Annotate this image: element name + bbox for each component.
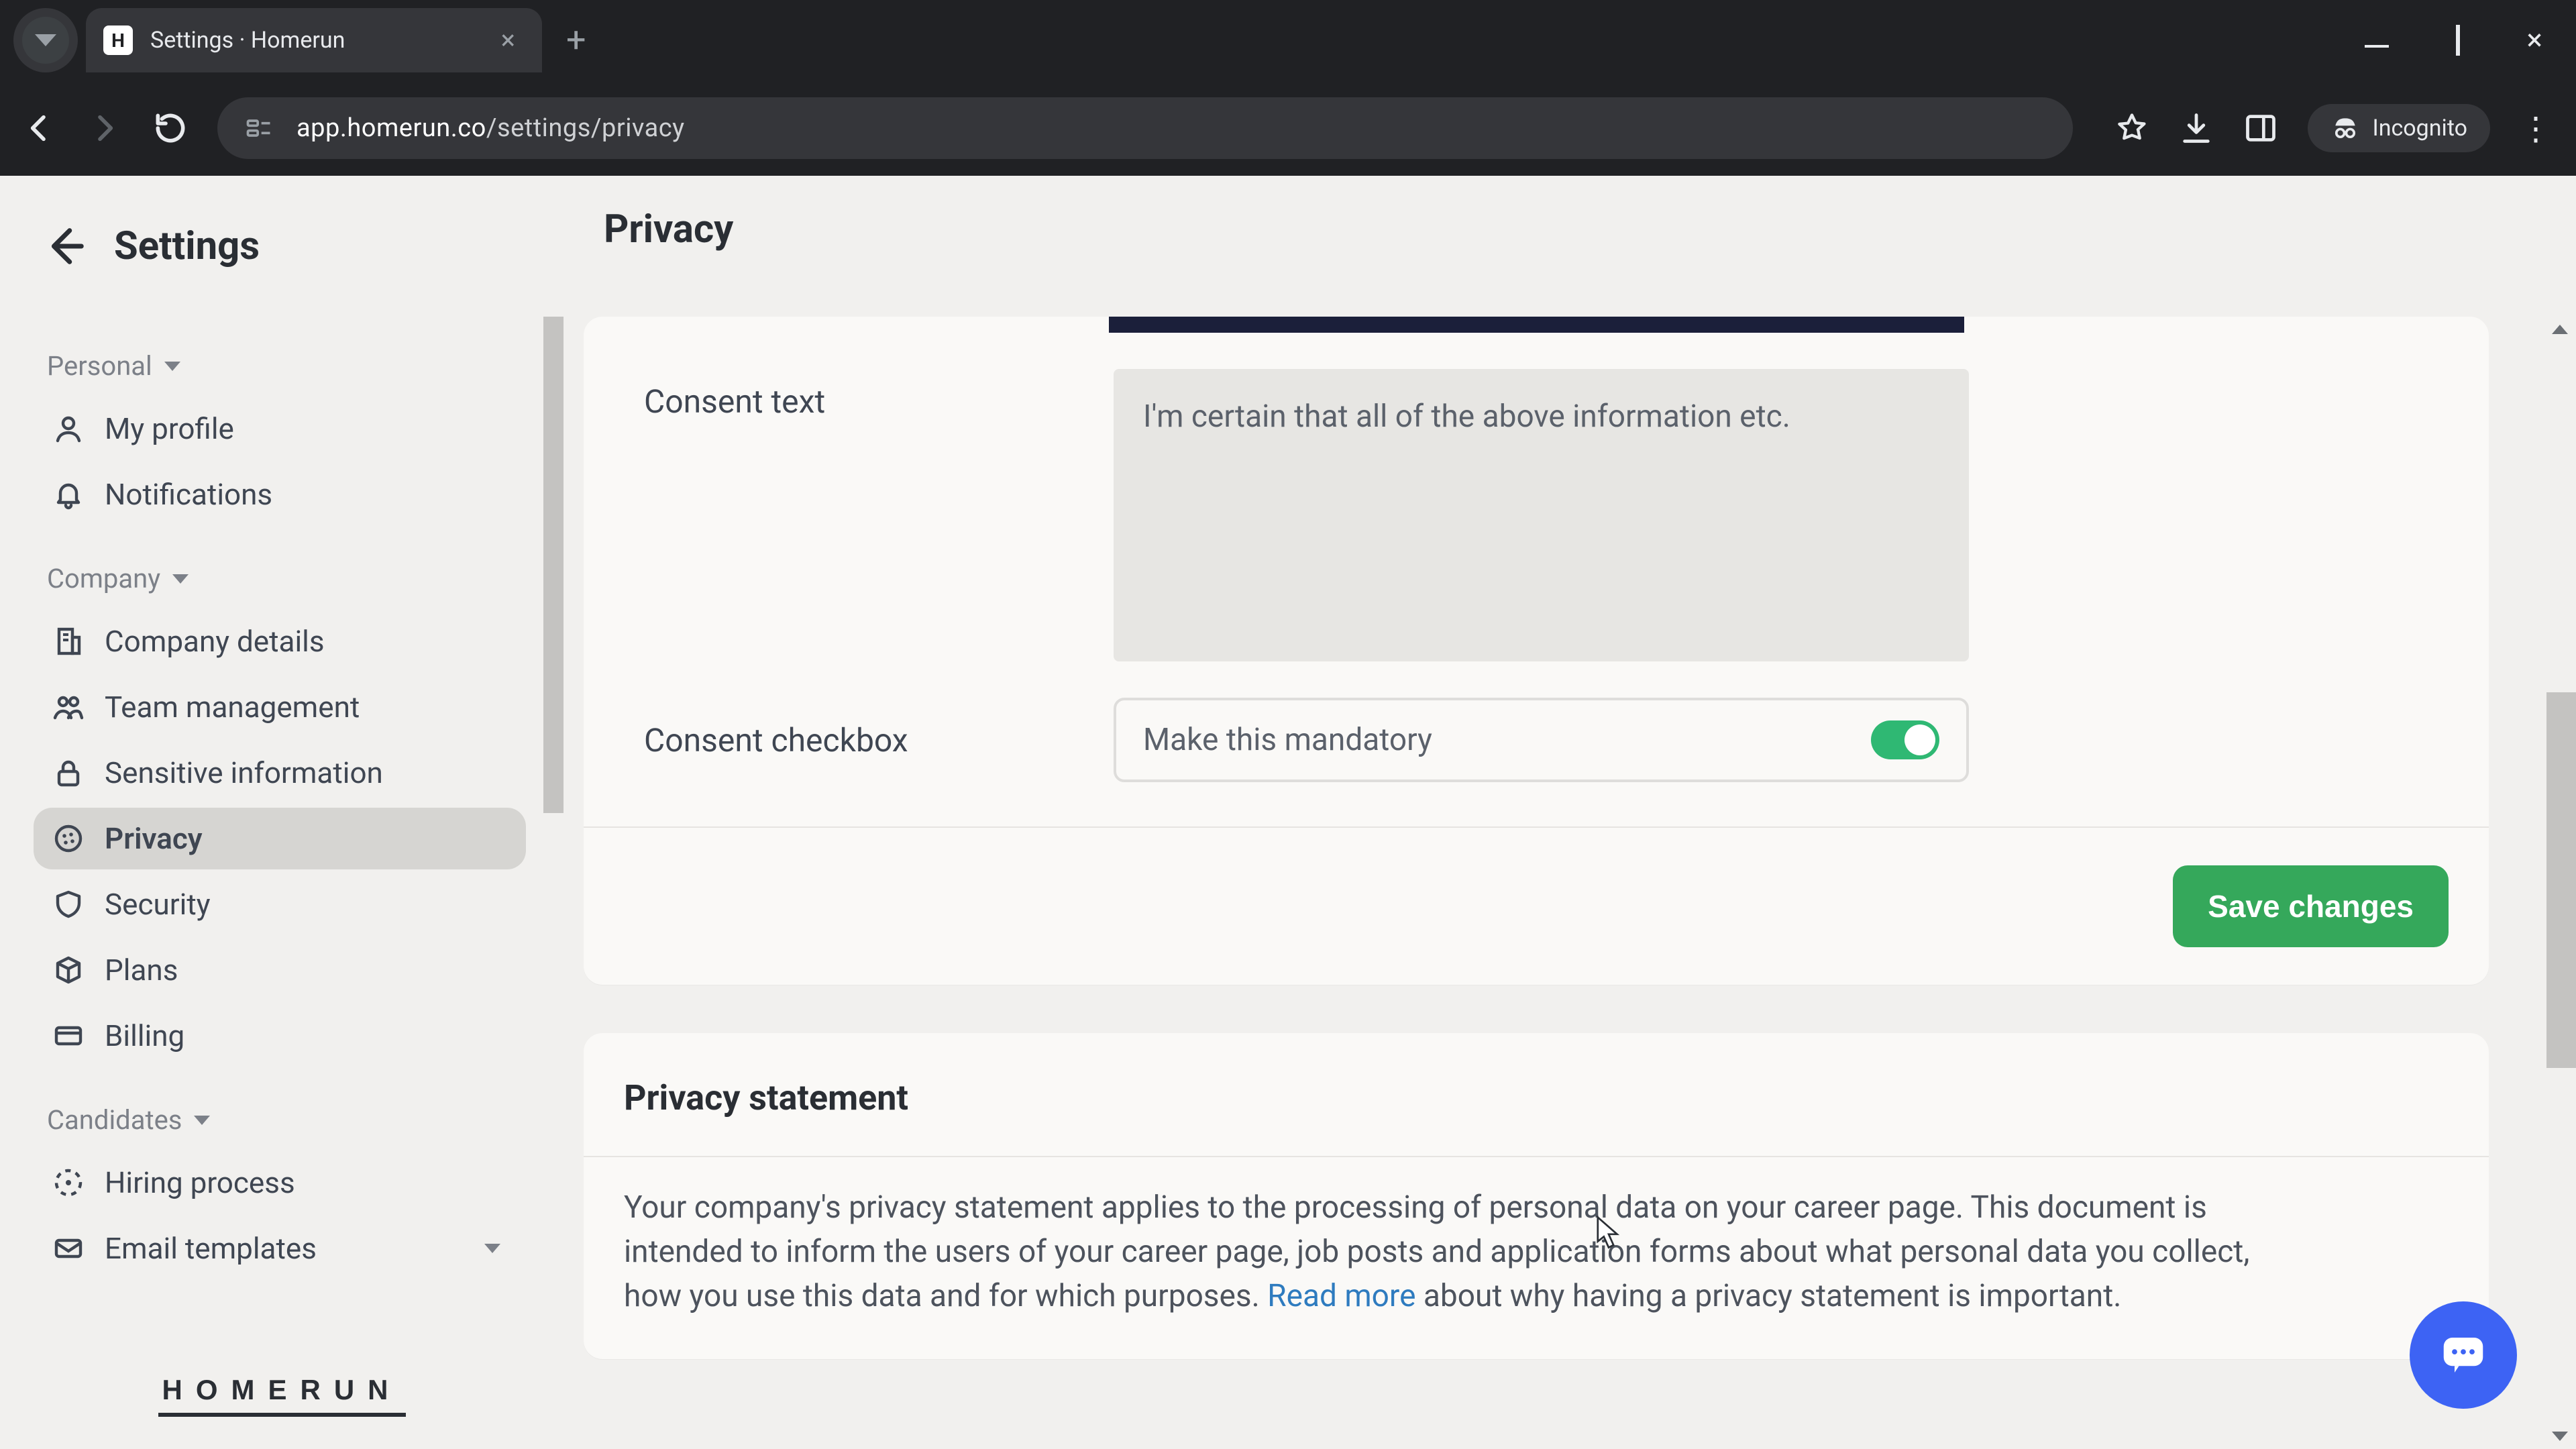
toolbar-right: Incognito ⋮: [2114, 104, 2556, 152]
tab-close-button[interactable]: ×: [501, 27, 515, 54]
nav-back-button[interactable]: [20, 109, 58, 147]
scroll-down-arrow-icon[interactable]: [2552, 1432, 2568, 1441]
chevron-down-icon: [194, 1116, 210, 1125]
chevron-down-icon: [164, 362, 180, 371]
sidebar-item-notifications[interactable]: Notifications: [34, 464, 526, 525]
sidebar-item-label: Security: [105, 887, 211, 922]
window-maximize-button[interactable]: [2456, 27, 2460, 54]
sidebar-item-email-templates[interactable]: Email templates: [34, 1218, 526, 1279]
sidebar-scrollbar[interactable]: [543, 317, 564, 860]
tab-strip: H Settings · Homerun × + ×: [0, 0, 2576, 80]
save-changes-button[interactable]: Save changes: [2173, 865, 2449, 947]
page-title: Privacy: [604, 207, 733, 252]
cookie-icon: [52, 822, 85, 855]
consent-text-label: Consent text: [644, 369, 1060, 661]
sidebar-item-my-profile[interactable]: My profile: [34, 398, 526, 460]
building-icon: [52, 625, 85, 657]
team-icon: [52, 691, 85, 723]
user-icon: [52, 413, 85, 445]
reload-button[interactable]: [152, 109, 189, 147]
consent-mandatory-control: Make this mandatory: [1114, 698, 1969, 782]
privacy-statement-body: Your company's privacy statement applies…: [584, 1157, 2341, 1359]
sidebar-item-billing[interactable]: Billing: [34, 1005, 526, 1067]
bookmark-star-button[interactable]: [2114, 111, 2149, 146]
side-panel-button[interactable]: [2243, 111, 2278, 146]
cube-icon: [52, 954, 85, 986]
incognito-indicator[interactable]: Incognito: [2308, 104, 2490, 152]
consent-mandatory-label: Make this mandatory: [1143, 722, 1432, 758]
sidebar-group-company[interactable]: Company: [47, 552, 564, 606]
consent-card: Consent text Consent checkbox Make this …: [584, 317, 2489, 985]
page-scrollbar[interactable]: [2546, 317, 2576, 1449]
sidebar-item-label: Billing: [105, 1018, 184, 1053]
sidebar-item-label: Email templates: [105, 1231, 317, 1266]
back-arrow-button[interactable]: [40, 223, 87, 270]
sidebar: Personal My profile Notifications: [0, 317, 564, 1449]
favicon-icon: H: [103, 25, 133, 55]
consent-preview-bar: [1109, 317, 1964, 333]
sidebar-item-label: Company details: [105, 624, 325, 659]
sidebar-footer: HOMERUN: [0, 1342, 564, 1449]
privacy-statement-card: Privacy statement Your company's privacy…: [584, 1033, 2489, 1359]
consent-checkbox-label: Consent checkbox: [644, 721, 1060, 759]
address-bar-row: app.homerun.co/settings/privacy Incog: [0, 80, 2576, 176]
consent-text-input[interactable]: [1114, 369, 1969, 661]
chevron-down-icon: [172, 574, 189, 584]
sidebar-item-company-details[interactable]: Company details: [34, 610, 526, 672]
site-info-icon[interactable]: [244, 113, 274, 143]
sidebar-item-sensitive-information[interactable]: Sensitive information: [34, 742, 526, 804]
sidebar-item-security[interactable]: Security: [34, 873, 526, 935]
new-tab-button[interactable]: +: [566, 23, 586, 58]
chat-widget-button[interactable]: [2410, 1301, 2517, 1409]
tab-title: Settings · Homerun: [150, 27, 484, 54]
incognito-label: Incognito: [2372, 115, 2467, 142]
shield-icon: [52, 888, 85, 920]
mail-icon: [52, 1232, 85, 1265]
chevron-down-icon: [484, 1244, 500, 1253]
consent-mandatory-toggle[interactable]: [1871, 720, 1939, 759]
sidebar-item-plans[interactable]: Plans: [34, 939, 526, 1001]
settings-title: Settings: [114, 223, 260, 269]
downloads-button[interactable]: [2179, 111, 2214, 146]
sidebar-item-label: Hiring process: [105, 1165, 295, 1200]
address-bar[interactable]: app.homerun.co/settings/privacy: [217, 97, 2073, 159]
app-root: Settings Privacy Personal My profile: [0, 176, 2576, 1449]
sidebar-item-team-management[interactable]: Team management: [34, 676, 526, 738]
url-text: app.homerun.co/settings/privacy: [297, 113, 685, 143]
chevron-down-icon: [35, 34, 56, 46]
process-icon: [52, 1167, 85, 1199]
homerun-logo[interactable]: HOMERUN: [158, 1374, 406, 1417]
main-content: Consent text Consent checkbox Make this …: [564, 317, 2576, 1449]
bell-icon: [52, 478, 85, 511]
sidebar-item-label: My profile: [105, 411, 234, 446]
window-close-button[interactable]: ×: [2527, 25, 2542, 56]
sidebar-item-label: Plans: [105, 953, 178, 987]
browser-chrome: H Settings · Homerun × + ×: [0, 0, 2576, 176]
tabs-dropdown-button[interactable]: [13, 8, 78, 72]
settings-header: Settings: [0, 176, 2576, 317]
sidebar-group-personal[interactable]: Personal: [47, 339, 564, 394]
privacy-statement-heading: Privacy statement: [584, 1033, 2489, 1156]
sidebar-item-privacy[interactable]: Privacy: [34, 808, 526, 869]
sidebar-item-label: Sensitive information: [105, 755, 383, 790]
sidebar-group-candidates[interactable]: Candidates: [47, 1093, 564, 1148]
chat-icon: [2437, 1329, 2489, 1381]
sidebar-item-label: Privacy: [105, 821, 203, 856]
sidebar-item-label: Team management: [105, 690, 360, 724]
tab-settings-homerun[interactable]: H Settings · Homerun ×: [86, 8, 542, 72]
window-minimize-button[interactable]: [2365, 27, 2389, 54]
nav-forward-button[interactable]: [86, 109, 123, 147]
window-controls: ×: [2365, 25, 2576, 56]
sidebar-item-hiring-process[interactable]: Hiring process: [34, 1152, 526, 1214]
lock-icon: [52, 757, 85, 789]
incognito-icon: [2330, 113, 2360, 143]
card-icon: [52, 1020, 85, 1052]
chrome-menu-button[interactable]: ⋮: [2520, 109, 2556, 148]
scroll-up-arrow-icon[interactable]: [2552, 325, 2568, 334]
privacy-statement-read-more-link[interactable]: Read more: [1267, 1278, 1415, 1314]
sidebar-item-label: Notifications: [105, 477, 272, 512]
